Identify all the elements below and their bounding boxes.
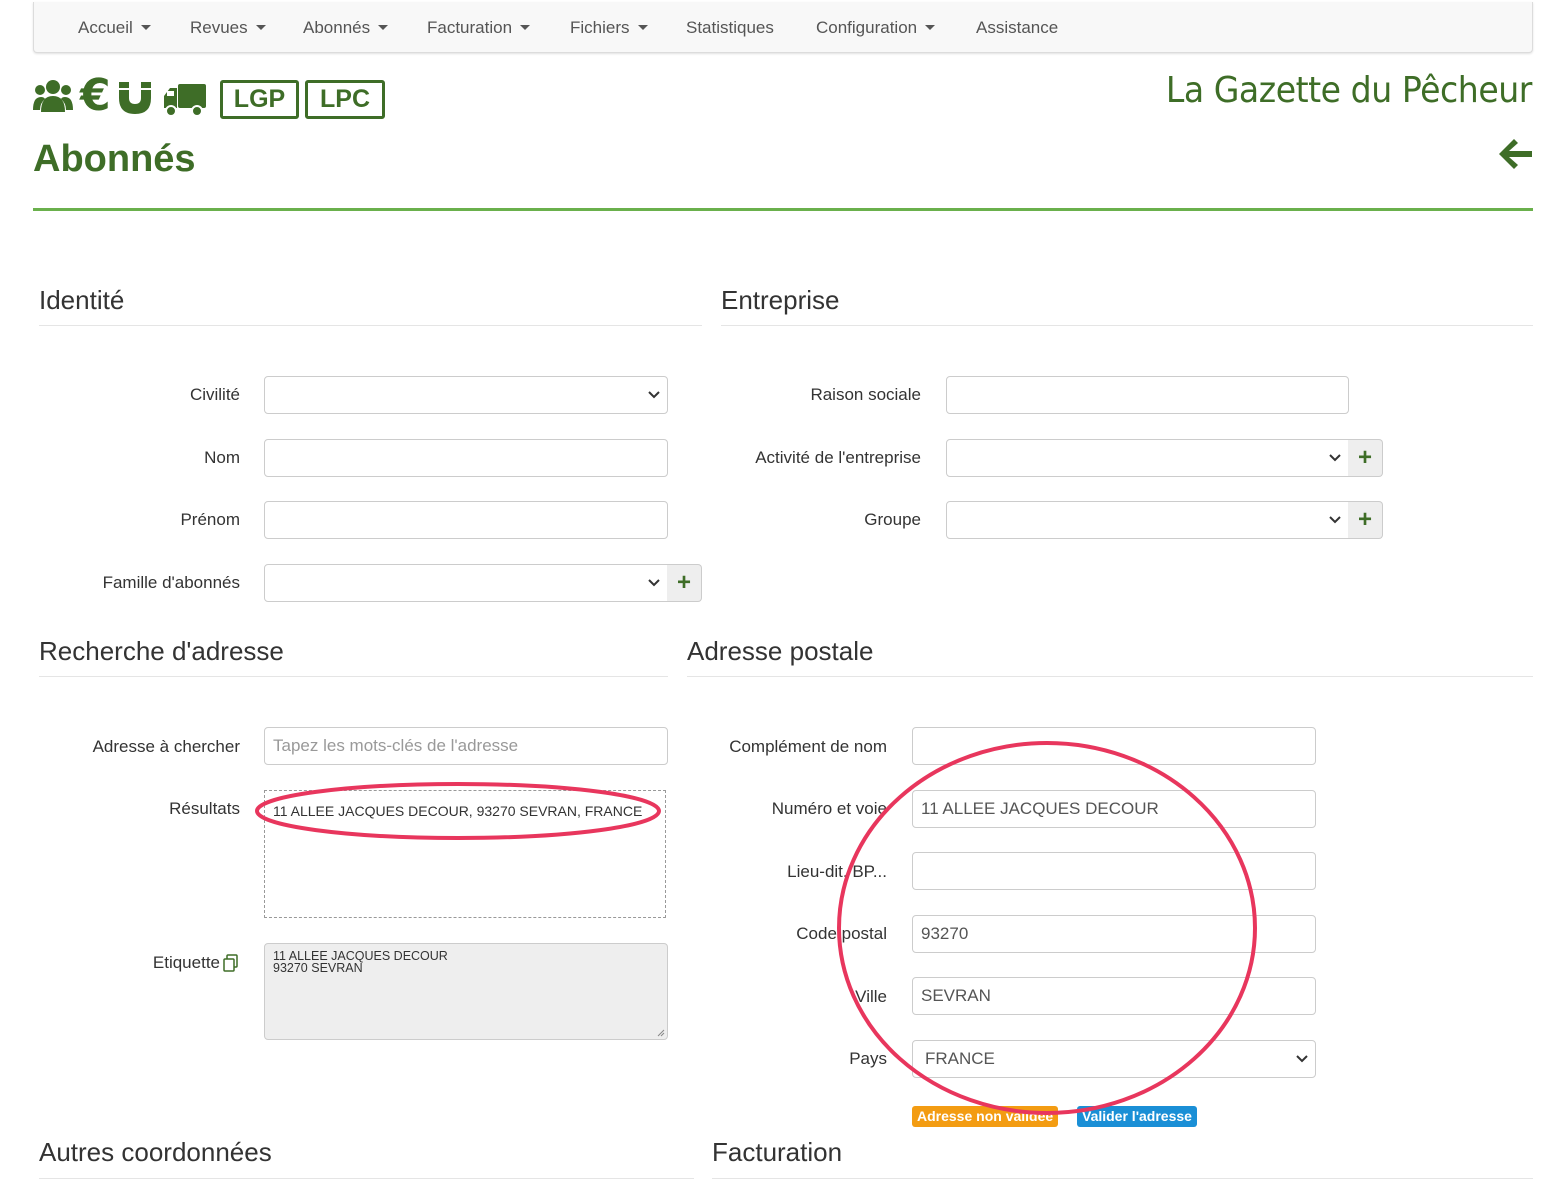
chevron-down-icon	[140, 25, 151, 30]
copy-icon[interactable]	[222, 954, 240, 972]
numero-voie-input[interactable]	[912, 790, 1316, 828]
pays-label: Pays	[849, 1049, 887, 1068]
ville-input[interactable]	[912, 977, 1316, 1015]
chevron-down-icon	[648, 391, 660, 399]
code-postal-input[interactable]	[912, 915, 1316, 953]
etiquette-line: 93270 SEVRAN	[273, 961, 363, 975]
nav-statistiques-label: Statistiques	[686, 18, 774, 37]
nav-configuration[interactable]: Configuration	[816, 18, 936, 38]
nav-fichiers-label: Fichiers	[570, 18, 630, 37]
chevron-down-icon	[648, 579, 660, 587]
civilite-select[interactable]	[264, 376, 668, 414]
code-postal-label: Code postal	[796, 924, 887, 943]
adresse-chercher-label: Adresse à chercher	[92, 737, 240, 756]
famille-select[interactable]	[264, 564, 668, 602]
complement-label: Complément de nom	[729, 737, 887, 756]
validate-address-button[interactable]: Valider l'adresse	[1077, 1106, 1197, 1127]
result-item[interactable]: 11 ALLEE JACQUES DECOUR, 93270 SEVRAN, F…	[273, 803, 642, 819]
chevron-down-icon	[1296, 1055, 1308, 1063]
prenom-label: Prénom	[180, 510, 240, 529]
add-activite-button[interactable]: +	[1348, 439, 1383, 477]
users-icon[interactable]	[33, 78, 73, 114]
header-divider	[33, 208, 1533, 211]
top-navbar: Accueil Revues Abonnés Facturation Fichi…	[33, 2, 1533, 53]
chevron-down-icon	[637, 25, 648, 30]
nav-accueil-label: Accueil	[78, 18, 133, 37]
euro-icon[interactable]: €	[80, 70, 111, 122]
nav-revues-label: Revues	[190, 18, 248, 37]
nav-fichiers[interactable]: Fichiers	[570, 18, 648, 38]
nav-abonnes-label: Abonnés	[303, 18, 371, 37]
nav-assistance[interactable]: Assistance	[976, 18, 1058, 38]
nav-configuration-label: Configuration	[816, 18, 918, 37]
chevron-down-icon	[520, 25, 531, 30]
chevron-down-icon	[255, 25, 266, 30]
lieudit-input[interactable]	[912, 852, 1316, 890]
adresse-search-input[interactable]	[264, 727, 668, 765]
nav-revues[interactable]: Revues	[190, 18, 266, 38]
nav-facturation-label: Facturation	[427, 18, 513, 37]
chevron-down-icon	[1329, 454, 1341, 462]
section-title-recherche: Recherche d'adresse	[39, 636, 284, 666]
section-divider	[687, 676, 1533, 677]
ville-label: Ville	[855, 987, 887, 1006]
back-arrow-icon[interactable]	[1498, 136, 1534, 172]
plus-icon: +	[676, 569, 691, 596]
section-title-identite: Identité	[39, 285, 125, 315]
groupe-label: Groupe	[864, 510, 921, 529]
nom-input[interactable]	[264, 439, 668, 477]
section-divider	[712, 1178, 1533, 1179]
groupe-select[interactable]	[946, 501, 1349, 539]
add-groupe-button[interactable]: +	[1348, 501, 1383, 539]
raison-label: Raison sociale	[810, 385, 921, 404]
chevron-down-icon	[1329, 516, 1341, 524]
activite-label: Activité de l'entreprise	[755, 448, 921, 467]
add-famille-button[interactable]: +	[667, 564, 702, 602]
tag-lgp[interactable]: LGP	[220, 80, 299, 119]
brand-name: La Gazette du Pêcheur	[1165, 70, 1533, 111]
pays-select[interactable]: FRANCE	[912, 1040, 1316, 1078]
section-divider	[39, 325, 702, 326]
activite-select[interactable]	[946, 439, 1349, 477]
magnet-icon[interactable]	[117, 80, 153, 116]
pays-value: FRANCE	[925, 1049, 995, 1068]
section-divider	[721, 325, 1533, 326]
etiquette-label: Etiquette	[152, 953, 220, 972]
nav-abonnes[interactable]: Abonnés	[303, 18, 389, 38]
resize-handle-icon[interactable]	[657, 1029, 665, 1037]
tag-lpc[interactable]: LPC	[305, 80, 385, 119]
section-title-entreprise: Entreprise	[721, 285, 840, 315]
section-title-facturation: Facturation	[712, 1137, 843, 1167]
plus-icon: +	[1357, 444, 1372, 471]
numero-voie-label: Numéro et voie	[771, 799, 887, 818]
nav-statistiques[interactable]: Statistiques	[686, 18, 774, 38]
section-title-postale: Adresse postale	[687, 636, 874, 666]
nav-assistance-label: Assistance	[976, 18, 1059, 37]
famille-label: Famille d'abonnés	[102, 573, 240, 592]
chevron-down-icon	[378, 25, 389, 30]
prenom-input[interactable]	[264, 501, 668, 539]
civilite-label: Civilité	[189, 385, 240, 404]
truck-icon[interactable]	[162, 82, 208, 118]
lieudit-label: Lieu-dit, BP...	[787, 862, 887, 881]
nom-label: Nom	[204, 448, 240, 467]
nav-facturation[interactable]: Facturation	[427, 18, 531, 38]
section-title-autres: Autres coordonnées	[39, 1137, 272, 1167]
page-title: Abonnés	[33, 138, 196, 180]
results-list: 11 ALLEE JACQUES DECOUR, 93270 SEVRAN, F…	[264, 790, 666, 918]
complement-nom-input[interactable]	[912, 727, 1316, 765]
etiquette-textarea[interactable]: 11 ALLEE JACQUES DECOUR 93270 SEVRAN	[264, 943, 668, 1040]
address-not-validated-badge: Adresse non validée	[912, 1106, 1059, 1127]
nav-accueil[interactable]: Accueil	[78, 18, 151, 38]
section-divider	[39, 1178, 694, 1179]
plus-icon: +	[1357, 506, 1372, 533]
section-divider	[39, 676, 668, 677]
resultats-label: Résultats	[169, 799, 240, 818]
raison-sociale-input[interactable]	[946, 376, 1349, 414]
chevron-down-icon	[925, 25, 936, 30]
